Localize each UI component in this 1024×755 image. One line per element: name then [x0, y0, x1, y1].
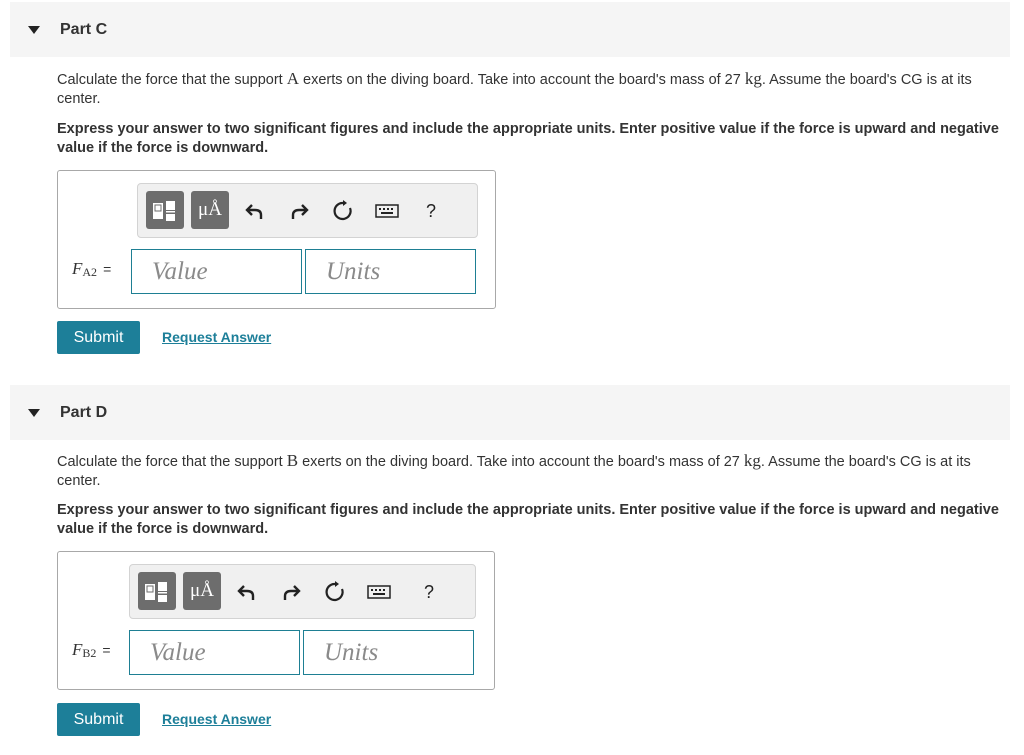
collapse-caret-icon[interactable]: [28, 25, 40, 34]
variable-label: FA2 =: [72, 259, 112, 279]
units-input[interactable]: Units: [303, 630, 474, 675]
answer-instructions: Express your answer to two significant f…: [57, 121, 999, 156]
part-d-header[interactable]: Part D: [10, 385, 1010, 440]
question-prompt: Calculate the force that the support A e…: [57, 69, 972, 107]
mass-unit: kg: [744, 69, 762, 88]
reset-icon: [333, 200, 352, 221]
reset-button[interactable]: [328, 196, 358, 226]
undo-icon: [245, 204, 263, 219]
part-title: Part D: [60, 403, 108, 421]
reset-button[interactable]: [320, 577, 350, 607]
units-icon: μÅ: [190, 580, 214, 601]
answer-instructions: Express your answer to two significant f…: [57, 502, 999, 537]
keyboard-button[interactable]: [372, 196, 402, 226]
help-button[interactable]: ?: [414, 577, 444, 607]
question-prompt: Calculate the force that the support B e…: [57, 451, 971, 489]
submit-button[interactable]: Submit: [57, 321, 140, 354]
undo-button[interactable]: [232, 577, 262, 607]
mass-unit: kg: [743, 451, 761, 470]
help-button[interactable]: ?: [416, 196, 446, 226]
request-answer-link[interactable]: Request Answer: [162, 329, 271, 345]
keyboard-icon: [375, 204, 399, 218]
templates-button[interactable]: [138, 572, 176, 610]
templates-button[interactable]: [146, 191, 184, 229]
undo-button[interactable]: [240, 196, 270, 226]
redo-icon: [291, 204, 309, 219]
units-button[interactable]: μÅ: [183, 572, 221, 610]
answer-box: μÅ: [57, 170, 496, 309]
request-answer-link[interactable]: Request Answer: [162, 711, 271, 727]
help-icon: ?: [425, 200, 436, 221]
help-icon: ?: [423, 581, 434, 602]
templates-icon: [153, 201, 175, 221]
variable-label: FB2 =: [72, 640, 111, 660]
value-input[interactable]: Value: [129, 630, 300, 675]
units-button[interactable]: μÅ: [191, 191, 229, 229]
keyboard-button[interactable]: [364, 577, 394, 607]
math-toolbar: μÅ ?: [129, 564, 476, 619]
math-toolbar: μÅ ?: [137, 183, 478, 238]
part-c-header[interactable]: Part C: [10, 2, 1010, 57]
collapse-caret-icon[interactable]: [28, 408, 40, 417]
keyboard-icon: [367, 585, 391, 599]
support-symbol: A: [286, 69, 300, 88]
units-icon: μÅ: [198, 199, 222, 220]
value-input[interactable]: Value: [131, 249, 302, 294]
redo-icon: [283, 585, 301, 600]
templates-icon: [145, 582, 167, 602]
redo-button[interactable]: [284, 196, 314, 226]
units-input[interactable]: Units: [305, 249, 476, 294]
redo-button[interactable]: [276, 577, 306, 607]
answer-box: μÅ: [57, 551, 495, 690]
undo-icon: [237, 585, 255, 600]
reset-icon: [325, 581, 344, 602]
submit-button[interactable]: Submit: [57, 703, 140, 736]
part-title: Part C: [60, 20, 108, 38]
support-symbol: B: [286, 451, 299, 470]
